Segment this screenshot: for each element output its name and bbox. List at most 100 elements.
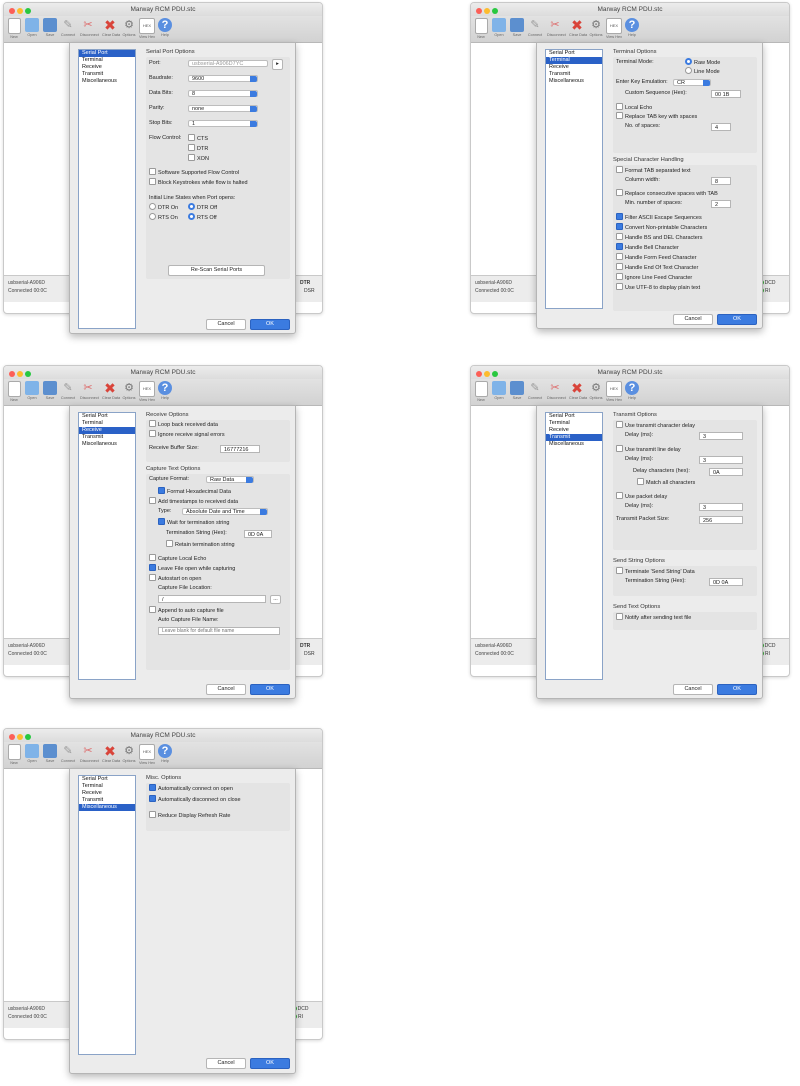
leave-open-checkbox[interactable]: Leave File open while capturing [149, 564, 235, 573]
packet-delay-checkbox[interactable]: Use packet delay [616, 492, 667, 501]
minimize-icon[interactable] [17, 8, 23, 14]
close-icon[interactable] [9, 371, 15, 377]
handle-bs-del-checkbox[interactable]: Handle BS and DEL Characters [616, 233, 702, 242]
open-button[interactable]: Open [24, 744, 40, 763]
filter-escape-checkbox[interactable]: Filter ASCII Escape Sequences [616, 213, 702, 222]
open-button[interactable]: Open [24, 381, 40, 400]
termination-string-input[interactable]: 0D 0A [244, 530, 272, 538]
view-hex-button[interactable]: HEX View Hex [139, 18, 155, 39]
category-miscellaneous[interactable]: Miscellaneous [546, 78, 602, 85]
char-delay-input[interactable]: 3 [699, 432, 743, 440]
zoom-icon[interactable] [25, 734, 31, 740]
category-terminal[interactable]: Terminal [79, 420, 135, 427]
timestamp-type-select[interactable]: Absolute Date and Time [182, 508, 268, 515]
category-receive[interactable]: Receive [546, 64, 602, 71]
utf8-checkbox[interactable]: Use UTF-8 to display plain text [616, 283, 700, 292]
delay-characters-input[interactable]: 0A [709, 468, 743, 476]
category-serial-port[interactable]: Serial Port [546, 50, 602, 57]
timestamps-checkbox[interactable]: Add timestamps to received data [149, 497, 238, 506]
raw-mode-radio[interactable]: Raw Mode [685, 58, 720, 67]
clear-data-button[interactable]: ✖ Clear Data [569, 381, 587, 400]
category-receive[interactable]: Receive [79, 64, 135, 71]
category-serial-port[interactable]: Serial Port [79, 50, 135, 57]
local-echo-checkbox[interactable]: Local Echo [616, 103, 652, 112]
disconnect-button[interactable]: ✂ Disconnect [80, 744, 99, 763]
category-list[interactable]: Serial Port Terminal Receive Transmit Mi… [78, 412, 136, 680]
category-miscellaneous[interactable]: Miscellaneous [79, 78, 135, 85]
category-miscellaneous[interactable]: Miscellaneous [79, 804, 135, 811]
spaces-input[interactable]: 4 [711, 123, 731, 131]
packet-size-input[interactable]: 256 [699, 516, 743, 524]
ignore-errors-checkbox[interactable]: Ignore receive signal errors [149, 430, 225, 439]
new-button[interactable]: New [6, 381, 22, 402]
handle-end-of-text-checkbox[interactable]: Handle End Of Text Character [616, 263, 698, 272]
category-serial-port[interactable]: Serial Port [79, 776, 135, 783]
category-transmit[interactable]: Transmit [79, 71, 135, 78]
new-button[interactable]: New [473, 381, 489, 402]
terminate-send-string-checkbox[interactable]: Terminate 'Send String' Data [616, 567, 695, 576]
category-terminal[interactable]: Terminal [79, 783, 135, 790]
category-list[interactable]: Serial Port Terminal Receive Transmit Mi… [78, 775, 136, 1055]
packet-delay-input[interactable]: 3 [699, 503, 743, 511]
rts-on-radio[interactable]: RTS On [149, 213, 178, 222]
open-button[interactable]: Open [491, 381, 507, 400]
autostart-checkbox[interactable]: Autostart on open [149, 574, 201, 583]
connect-button[interactable]: ✎ Connect [527, 381, 543, 400]
send-termination-input[interactable]: 0D 0A [709, 578, 743, 586]
save-button[interactable]: Save [42, 381, 58, 400]
save-button[interactable]: Save [42, 744, 58, 763]
handle-form-feed-checkbox[interactable]: Handle Form Feed Character [616, 253, 697, 262]
open-button[interactable]: Open [24, 18, 40, 37]
min-spaces-input[interactable]: 2 [711, 200, 731, 208]
block-keystrokes-checkbox[interactable]: Block Keystrokes while flow is halted [149, 178, 248, 187]
dtr-checkbox[interactable]: DTR [188, 144, 208, 153]
open-button[interactable]: Open [491, 18, 507, 37]
new-button[interactable]: New [6, 744, 22, 765]
zoom-icon[interactable] [492, 8, 498, 14]
help-button[interactable]: ? Help [157, 744, 173, 763]
view-hex-button[interactable]: HEX View Hex [139, 744, 155, 765]
cancel-button[interactable]: Cancel [206, 684, 246, 695]
databits-select[interactable]: 8 [188, 90, 258, 97]
minimize-icon[interactable] [484, 8, 490, 14]
format-tab-checkbox[interactable]: Format TAB separated text [616, 166, 691, 175]
options-button[interactable]: ⚙ Options [121, 381, 137, 400]
xon-checkbox[interactable]: XON [188, 154, 209, 163]
capture-location-input[interactable]: / [158, 595, 266, 603]
dtr-on-radio[interactable]: DTR On [149, 203, 178, 212]
view-hex-button[interactable]: HEX View Hex [606, 381, 622, 402]
category-list[interactable]: Serial Port Terminal Receive Transmit Mi… [78, 49, 136, 329]
ok-button[interactable]: OK [717, 684, 757, 695]
retain-termination-checkbox[interactable]: Retain termination string [166, 540, 235, 549]
clear-data-button[interactable]: ✖ Clear Data [569, 18, 587, 37]
ok-button[interactable]: OK [250, 684, 290, 695]
category-receive[interactable]: Receive [79, 427, 135, 434]
cancel-button[interactable]: Cancel [206, 319, 246, 330]
auto-disconnect-checkbox[interactable]: Automatically disconnect on close [149, 795, 241, 804]
rescan-serial-ports-button[interactable]: Re-Scan Serial Ports [168, 265, 265, 276]
options-button[interactable]: ⚙ Options [588, 18, 604, 37]
buffer-size-input[interactable]: 16777216 [220, 445, 260, 453]
connect-button[interactable]: ✎ Connect [60, 744, 76, 763]
category-transmit[interactable]: Transmit [79, 434, 135, 441]
minimize-icon[interactable] [17, 371, 23, 377]
zoom-icon[interactable] [492, 371, 498, 377]
help-button[interactable]: ? Help [157, 18, 173, 37]
software-flow-checkbox[interactable]: Software Supported Flow Control [149, 168, 239, 177]
category-terminal[interactable]: Terminal [546, 57, 602, 64]
replace-tab-checkbox[interactable]: Replace TAB key with spaces [616, 112, 697, 121]
loop-back-checkbox[interactable]: Loop back received data [149, 420, 218, 429]
help-button[interactable]: ? Help [624, 381, 640, 400]
save-button[interactable]: Save [509, 381, 525, 400]
new-button[interactable]: New [6, 18, 22, 39]
save-button[interactable]: Save [509, 18, 525, 37]
category-terminal[interactable]: Terminal [546, 420, 602, 427]
save-button[interactable]: Save [42, 18, 58, 37]
category-serial-port[interactable]: Serial Port [546, 413, 602, 420]
category-transmit[interactable]: Transmit [79, 797, 135, 804]
disconnect-button[interactable]: ✂ Disconnect [547, 381, 566, 400]
auto-capture-name-input[interactable] [158, 627, 280, 635]
minimize-icon[interactable] [484, 371, 490, 377]
category-receive[interactable]: Receive [546, 427, 602, 434]
category-list[interactable]: Serial Port Terminal Receive Transmit Mi… [545, 412, 603, 680]
